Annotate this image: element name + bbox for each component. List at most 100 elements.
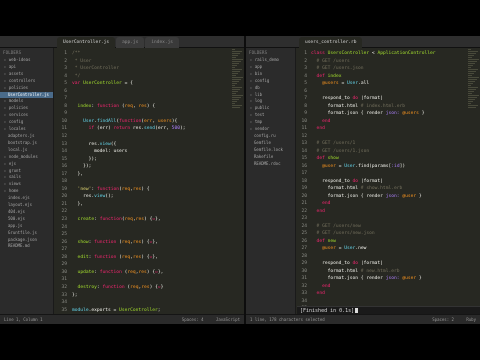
- sidebar-folder[interactable]: rails_demo: [246, 57, 295, 64]
- line-number: 27: [301, 246, 307, 251]
- sidebar-file[interactable]: app.js: [0, 223, 53, 230]
- sidebar-folder[interactable]: services: [0, 112, 53, 119]
- minimap-line: [468, 99, 475, 100]
- sidebar-folder[interactable]: bin: [246, 71, 295, 78]
- code-line: end: [316, 208, 325, 214]
- sidebar-file[interactable]: adapters.js: [0, 133, 53, 140]
- sidebar-file[interactable]: Rakefile: [246, 154, 295, 161]
- sidebar-folder[interactable]: vendor: [246, 126, 295, 133]
- sidebar-folder[interactable]: controllers: [0, 78, 53, 85]
- folder-sidebar: FOLDERS rails_demoappbinconfigdbliblogpu…: [246, 48, 296, 314]
- minimap-line: [232, 101, 237, 102]
- sidebar-file[interactable]: config.ru: [246, 133, 295, 140]
- line-number: 6: [304, 88, 307, 94]
- sidebar-file[interactable]: local.js: [0, 147, 53, 154]
- code-line: * UserController: [72, 66, 120, 72]
- sidebar-folder[interactable]: public: [246, 105, 295, 112]
- minimap[interactable]: [230, 48, 244, 314]
- sidebar-folder[interactable]: sails: [0, 174, 53, 181]
- code-area[interactable]: class UsersController < ApplicationContr…: [311, 50, 478, 298]
- code-area[interactable]: /** * User * UserController */ var UserC…: [72, 50, 242, 314]
- minimap-line: [468, 83, 473, 84]
- syntax-mode[interactable]: JavaScript: [216, 317, 240, 322]
- minimap-line: [232, 107, 240, 108]
- sidebar-folder[interactable]: policies: [0, 85, 53, 92]
- line-number: 19: [61, 186, 67, 192]
- sidebar-file[interactable]: package.json: [0, 237, 53, 244]
- sidebar-folder[interactable]: node_modules: [0, 154, 53, 161]
- minimap-line: [468, 63, 475, 64]
- editor-tab[interactable]: app.js: [116, 37, 145, 48]
- sidebar-file[interactable]: bootstrap.js: [0, 140, 53, 147]
- line-number: 1: [304, 51, 307, 56]
- sidebar-file[interactable]: README.md: [0, 243, 53, 250]
- code-line: create: function(req,res) {⇔},: [77, 217, 161, 223]
- minimap-line: [232, 89, 240, 90]
- sidebar-folder[interactable]: api: [0, 64, 53, 71]
- code-line: end: [322, 118, 331, 124]
- line-number: 15: [61, 156, 67, 162]
- minimap-line: [232, 69, 242, 70]
- line-number: 8: [304, 103, 307, 109]
- minimap-line: [468, 107, 476, 108]
- syntax-mode[interactable]: Ruby: [466, 317, 476, 322]
- code-line: @user = User.new: [322, 246, 367, 251]
- status-bar: Line 1, Column 1 Spaces: 4 JavaScript: [0, 314, 244, 324]
- sidebar-file[interactable]: UserController.js: [0, 91, 53, 99]
- line-number: 17: [301, 171, 307, 176]
- sidebar-folder[interactable]: config: [246, 78, 295, 85]
- sidebar-folder[interactable]: views: [0, 181, 53, 188]
- folder-sidebar: FOLDERS web-ideasapiassetscontrollerspol…: [0, 48, 54, 314]
- sidebar-file[interactable]: Gruntfile.js: [0, 230, 53, 237]
- line-number: 23: [301, 216, 307, 221]
- sidebar-folder[interactable]: assets: [0, 71, 53, 78]
- line-number: 12: [61, 134, 67, 140]
- minimap-line: [468, 101, 473, 102]
- sidebar-file[interactable]: 500.ejs: [0, 216, 53, 223]
- sidebar-file[interactable]: README.rdoc: [246, 161, 295, 168]
- sidebar-file[interactable]: Gemfile: [246, 140, 295, 147]
- sidebar-folder[interactable]: web-ideas: [0, 57, 53, 64]
- sidebar-file[interactable]: Gemfile.lock: [246, 147, 295, 154]
- code-line: },: [72, 201, 84, 207]
- sidebar-folder[interactable]: grunt: [0, 168, 53, 175]
- line-number: 24: [301, 223, 307, 229]
- editor-tab[interactable]: users_controller.rb: [299, 37, 363, 48]
- line-number: 3: [304, 66, 307, 71]
- indentation-setting[interactable]: Spaces: 4: [182, 317, 204, 322]
- sidebar-file[interactable]: 404.ejs: [0, 209, 53, 216]
- sidebar-folder[interactable]: app: [246, 64, 295, 71]
- sidebar-folder[interactable]: models: [0, 98, 53, 105]
- minimap[interactable]: [466, 48, 480, 314]
- line-number: 1: [64, 51, 67, 56]
- sidebar-folder[interactable]: tmp: [246, 119, 295, 126]
- indentation-setting[interactable]: Spaces: 2: [432, 317, 454, 322]
- line-number-gutter: 1 2 3 4 5 6 7 8 9 10 11 12 13 14 15 16 17 18 19 20 21 22 23 24 2…: [55, 50, 69, 314]
- sidebar-folder[interactable]: ejs: [0, 161, 53, 168]
- sidebar-folder[interactable]: policies: [0, 105, 53, 112]
- sidebar-folder[interactable]: log: [246, 98, 295, 105]
- editor-tab[interactable]: index.js: [145, 37, 180, 48]
- line-number: 11: [301, 126, 307, 131]
- sidebar-folder[interactable]: home: [0, 188, 53, 195]
- sidebar-file[interactable]: index.ejs: [0, 195, 53, 202]
- line-number: 32: [301, 283, 307, 289]
- line-number: 25: [301, 231, 307, 236]
- minimap-line: [468, 55, 474, 56]
- sidebar-folder[interactable]: test: [246, 112, 295, 119]
- code-line: },: [72, 171, 84, 177]
- code-line: */: [72, 73, 81, 79]
- sidebar-folder[interactable]: config: [0, 119, 53, 126]
- minimap-line: [232, 77, 243, 78]
- code-editor[interactable]: 1 2 3 4 5 6 7 8 9 10 11 12 13 14 15 16 17 18 19 20 21 22 23 24 2…: [55, 48, 244, 314]
- sidebar-folder[interactable]: db: [246, 85, 295, 92]
- sidebar-folder[interactable]: locales: [0, 126, 53, 133]
- code-editor[interactable]: 1 2 3 4 5 6 7 8 9 10 11 12 13 14 15 16 17 18 19 20 21 22 23 24 2…: [297, 48, 480, 314]
- sidebar-folder[interactable]: lib: [246, 92, 295, 99]
- line-number: 22: [301, 208, 307, 214]
- sidebar-file[interactable]: layout.ejs: [0, 202, 53, 209]
- editor-tab[interactable]: UserController.js: [57, 37, 116, 48]
